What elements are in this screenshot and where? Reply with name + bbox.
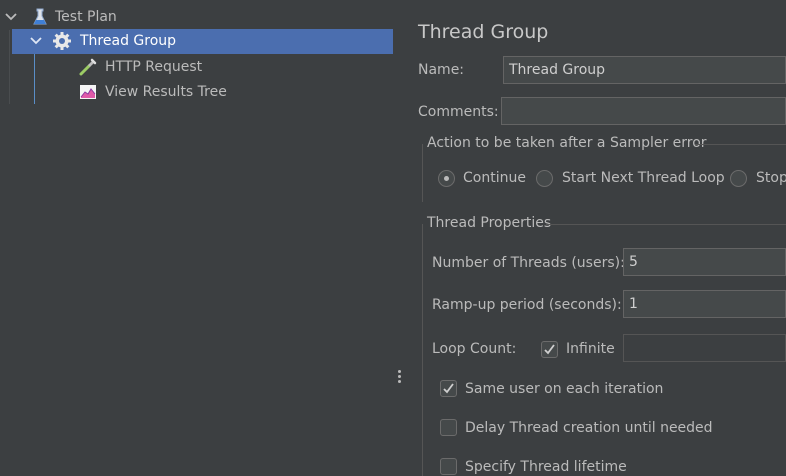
start-next-thread-loop-radio-label[interactable]: Start Next Thread Loop <box>562 170 725 186</box>
tree-item-label: Thread Group <box>80 33 177 49</box>
name-field[interactable]: Thread Group <box>503 56 786 84</box>
thread-group-editor: Thread Group Name: Thread Group Comments… <box>406 0 786 476</box>
name-label: Name: <box>418 62 465 78</box>
continue-radio-label[interactable]: Continue <box>463 170 526 186</box>
tree-item-http-request[interactable]: HTTP Request <box>0 55 394 80</box>
same-user-label[interactable]: Same user on each iteration <box>465 381 663 397</box>
loop-count-field[interactable] <box>623 334 786 362</box>
number-of-threads-field[interactable]: 5 <box>623 248 786 276</box>
gear-icon <box>52 31 72 51</box>
test-plan-icon <box>30 7 50 27</box>
infinite-label[interactable]: Infinite <box>566 341 615 357</box>
stop-radio-label[interactable]: Stop <box>756 170 786 186</box>
chevron-down-icon[interactable] <box>4 10 18 24</box>
comments-field[interactable] <box>501 97 786 125</box>
specify-thread-lifetime-label[interactable]: Specify Thread lifetime <box>465 459 627 475</box>
section-border-left <box>422 224 423 476</box>
number-of-threads-label: Number of Threads (users): <box>432 255 625 271</box>
section-divider <box>695 144 786 145</box>
infinite-checkbox[interactable] <box>541 341 558 358</box>
delay-thread-creation-checkbox[interactable] <box>440 419 457 436</box>
section-border-left <box>422 144 423 202</box>
continue-radio[interactable] <box>438 170 455 187</box>
tree-item-view-results-tree[interactable]: View Results Tree <box>0 80 394 105</box>
splitter-grip-dot <box>398 370 401 373</box>
tree-item-label: Test Plan <box>55 9 117 25</box>
splitter-grip-dot <box>398 375 401 378</box>
comments-label: Comments: <box>418 104 499 120</box>
tree-item-label: HTTP Request <box>105 59 203 75</box>
specify-thread-lifetime-checkbox[interactable] <box>440 458 457 475</box>
sampler-error-section-title: Action to be taken after a Sampler error <box>427 135 707 151</box>
chevron-down-icon[interactable] <box>29 34 43 48</box>
delay-thread-creation-label[interactable]: Delay Thread creation until needed <box>465 420 713 436</box>
chart-icon <box>78 82 98 102</box>
pipette-icon <box>78 57 98 77</box>
same-user-checkbox[interactable] <box>440 380 457 397</box>
checkmark-icon <box>443 383 454 394</box>
ramp-up-period-label: Ramp-up period (seconds): <box>432 297 622 313</box>
ramp-up-period-field[interactable]: 1 <box>623 290 786 318</box>
tree-item-test-plan[interactable]: Test Plan <box>0 5 394 30</box>
section-divider <box>546 224 786 225</box>
thread-properties-section-title: Thread Properties <box>427 215 552 231</box>
test-plan-tree[interactable]: Test Plan Thread Group HTTP Request View… <box>0 0 394 476</box>
stop-radio[interactable] <box>730 170 747 187</box>
tree-item-label: View Results Tree <box>105 84 227 100</box>
start-next-thread-loop-radio[interactable] <box>536 170 553 187</box>
splitter-grip-dot <box>398 380 401 383</box>
tree-item-thread-group[interactable]: Thread Group <box>12 29 393 54</box>
page-title: Thread Group <box>418 21 549 43</box>
loop-count-label: Loop Count: <box>432 341 517 357</box>
checkmark-icon <box>544 344 555 355</box>
